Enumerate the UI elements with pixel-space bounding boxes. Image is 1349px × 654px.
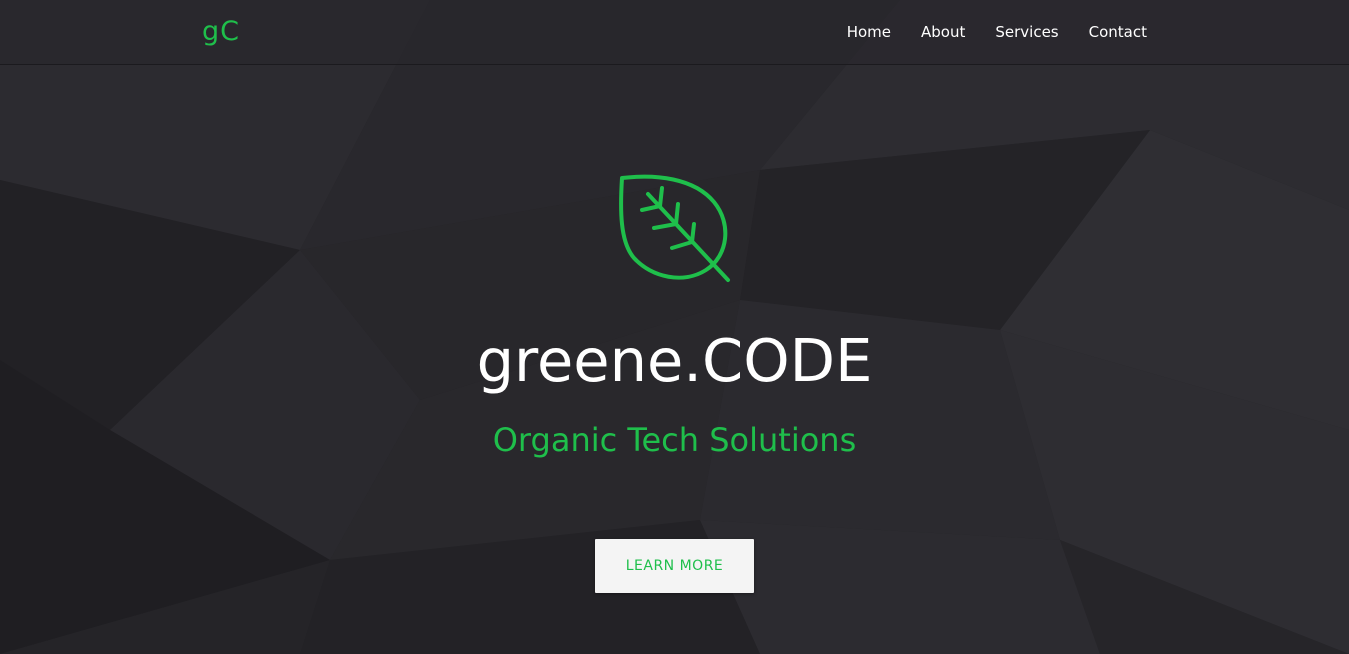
hero-title: greene.CODE (476, 326, 873, 395)
hero-section: greene.CODE Organic Tech Solutions LEARN… (0, 64, 1349, 654)
hero-subtitle: Organic Tech Solutions (492, 421, 857, 459)
nav-link-services[interactable]: Services (995, 20, 1058, 44)
nav-link-home[interactable]: Home (847, 20, 891, 44)
nav-link-contact[interactable]: Contact (1089, 20, 1147, 44)
leaf-icon (619, 174, 730, 282)
nav-link-about[interactable]: About (921, 20, 965, 44)
nav-links: Home About Services Contact (847, 20, 1147, 44)
brand-logo[interactable]: gC (202, 14, 240, 50)
learn-more-button[interactable]: LEARN MORE (595, 539, 754, 593)
navbar: gC Home About Services Contact (0, 0, 1349, 65)
page: gC Home About Services Contact greene.CO… (0, 0, 1349, 654)
